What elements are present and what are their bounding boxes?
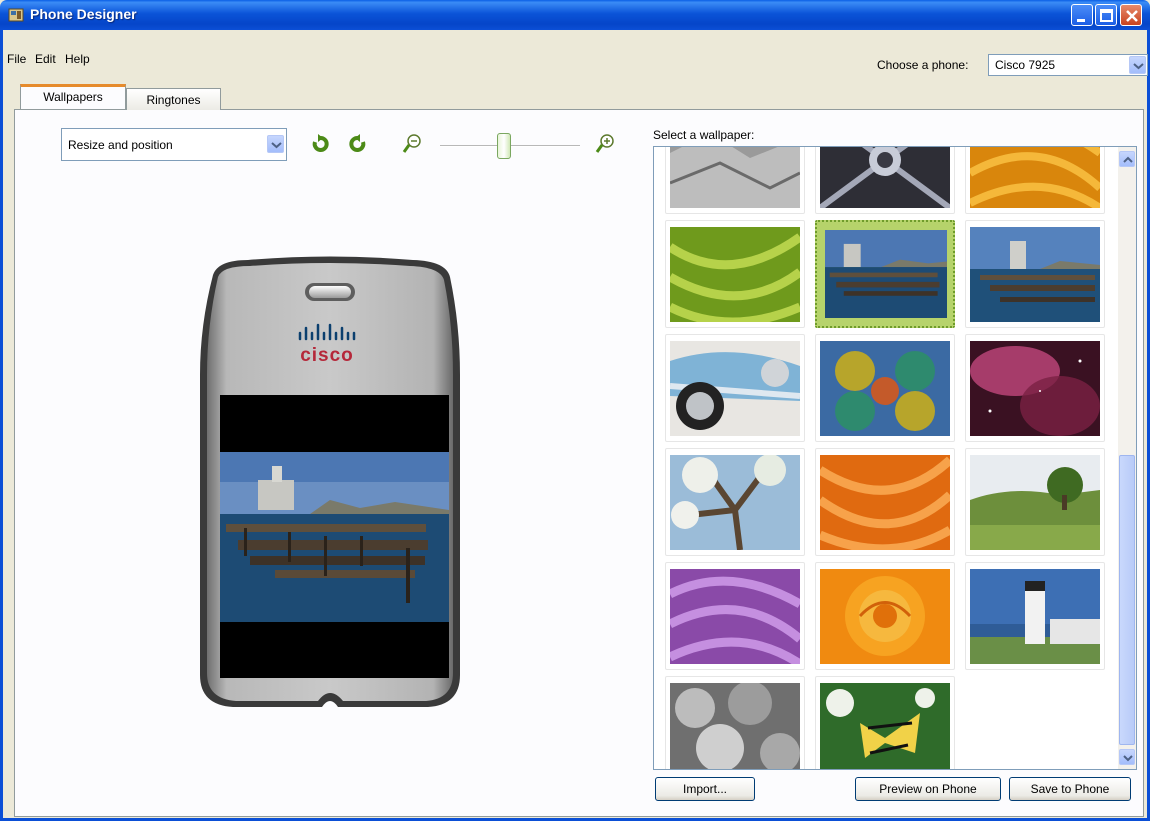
- purple-swirl-image: [670, 569, 800, 664]
- wallpaper-thumbnail[interactable]: [965, 220, 1105, 328]
- pier-sea-lions-2-image: [970, 227, 1100, 322]
- orange-swirl-image: [970, 147, 1100, 208]
- wallpaper-scrollbar[interactable]: [1118, 147, 1136, 769]
- kaleidoscope-dark-image: [820, 147, 950, 208]
- tab-wallpapers-label: Wallpapers: [43, 90, 103, 104]
- minimize-icon: [1077, 19, 1085, 22]
- chevron-up-icon: [1123, 156, 1133, 163]
- menu-edit[interactable]: Edit: [35, 52, 56, 66]
- wallpaper-thumbnail[interactable]: [815, 334, 955, 442]
- menu-file[interactable]: File: [7, 52, 26, 66]
- chevron-down-icon: [1133, 63, 1144, 70]
- wallpaper-thumbnail[interactable]: [665, 562, 805, 670]
- blue-classic-car-image: [670, 341, 800, 436]
- wallpaper-grid: [654, 147, 1119, 769]
- mode-select[interactable]: Resize and position: [61, 128, 287, 161]
- preview-button-label: Preview on Phone: [879, 782, 977, 796]
- maximize-icon: [1100, 9, 1113, 22]
- gray-tiles-image: [670, 147, 800, 208]
- tab-ringtones[interactable]: Ringtones: [126, 88, 221, 110]
- pier-photo-preview: [220, 452, 449, 622]
- wallpaper-thumbnail[interactable]: [665, 147, 805, 214]
- lighthouse-image: [970, 569, 1100, 664]
- close-icon: [1126, 10, 1138, 22]
- mode-select-dropdown-button[interactable]: [267, 135, 284, 153]
- scroll-up-button[interactable]: [1119, 151, 1135, 167]
- wallpaper-thumbnail[interactable]: [965, 334, 1105, 442]
- mode-select-value: Resize and position: [68, 138, 173, 152]
- menu-help[interactable]: Help: [65, 52, 90, 66]
- close-button[interactable]: [1120, 4, 1142, 26]
- wallpaper-thumbnail[interactable]: [665, 220, 805, 328]
- wallpaper-thumbnail[interactable]: [965, 147, 1105, 214]
- chevron-down-icon: [271, 142, 282, 149]
- save-to-phone-button[interactable]: Save to Phone: [1009, 777, 1131, 801]
- app-icon: [8, 8, 24, 22]
- zoom-in-icon[interactable]: [595, 133, 615, 155]
- scroll-thumb[interactable]: [1119, 455, 1135, 745]
- phone-screen: [220, 395, 449, 678]
- phone-select-dropdown-button[interactable]: [1129, 56, 1146, 74]
- wallpaper-thumbnail[interactable]: [815, 448, 955, 556]
- wallpaper-thumbnail[interactable]: [665, 448, 805, 556]
- kaleidoscope-color-image: [820, 341, 950, 436]
- wallpaper-thumbnail[interactable]: [815, 220, 955, 328]
- phone-select[interactable]: Cisco 7925: [988, 54, 1148, 76]
- tab-ringtones-label: Ringtones: [146, 93, 201, 107]
- title-bar: Phone Designer: [0, 0, 1150, 30]
- wallpaper-list[interactable]: [653, 146, 1137, 770]
- select-wallpaper-label: Select a wallpaper:: [653, 128, 755, 142]
- chevron-down-icon: [1123, 755, 1133, 762]
- rotate-left-icon[interactable]: [309, 133, 331, 155]
- green-swirl-image: [670, 227, 800, 322]
- wallpaper-thumbnail[interactable]: [965, 562, 1105, 670]
- tab-wallpapers[interactable]: Wallpapers: [20, 84, 126, 109]
- import-button-label: Import...: [682, 782, 727, 796]
- zoom-out-icon[interactable]: [402, 133, 422, 155]
- succulents-bw-image: [670, 683, 800, 769]
- scroll-down-button[interactable]: [1119, 749, 1135, 765]
- green-landscape-image: [970, 455, 1100, 550]
- wallpaper-thumbnail[interactable]: [815, 147, 955, 214]
- save-button-label: Save to Phone: [1030, 782, 1110, 796]
- wallpaper-thumbnail[interactable]: [815, 562, 955, 670]
- wallpaper-thumbnail[interactable]: [665, 676, 805, 769]
- phone-brand-text: cisco: [300, 345, 354, 366]
- phone-chooser-label: Choose a phone:: [877, 58, 969, 72]
- phone-select-value: Cisco 7925: [995, 58, 1056, 72]
- wallpaper-thumbnail[interactable]: [665, 334, 805, 442]
- swallowtail-butterfly-image: [820, 683, 950, 769]
- preview-on-phone-button[interactable]: Preview on Phone: [855, 777, 1001, 801]
- minimize-button[interactable]: [1071, 4, 1093, 26]
- import-button[interactable]: Import...: [655, 777, 755, 801]
- pier-sea-lions-image: [825, 230, 947, 318]
- rotate-right-icon[interactable]: [347, 133, 369, 155]
- wallpaper-thumbnail[interactable]: [965, 448, 1105, 556]
- blossom-tree-image: [670, 455, 800, 550]
- pink-nebula-image: [970, 341, 1100, 436]
- orange-rose-image: [820, 569, 950, 664]
- orange-swirl-2-image: [820, 455, 950, 550]
- wallpaper-thumbnail[interactable]: [815, 676, 955, 769]
- zoom-slider-thumb[interactable]: [497, 133, 512, 159]
- maximize-button[interactable]: [1095, 4, 1117, 26]
- window-title: Phone Designer: [30, 6, 137, 22]
